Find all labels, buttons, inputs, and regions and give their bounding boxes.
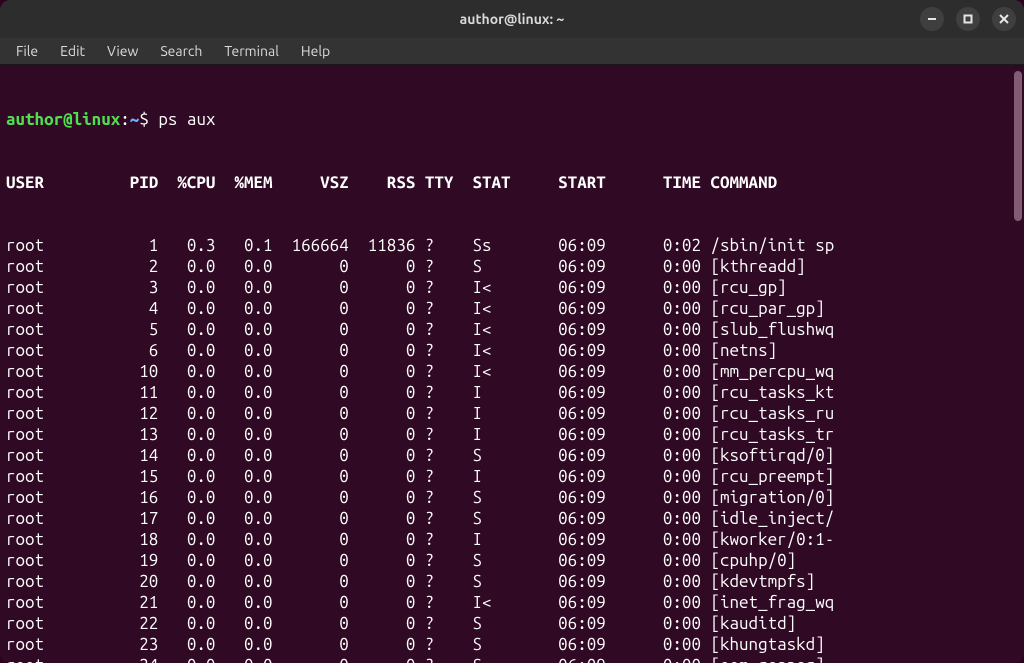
terminal-window: author@linux: ~ File Edit View Search Te… xyxy=(0,0,1024,663)
ps-row: root 22 0.0 0.0 0 0 ? S 06:09 0:00 [kaud… xyxy=(6,613,1018,634)
menu-search[interactable]: Search xyxy=(150,40,212,62)
ps-row: root 3 0.0 0.0 0 0 ? I< 06:09 0:00 [rcu_… xyxy=(6,277,1018,298)
ps-row: root 16 0.0 0.0 0 0 ? S 06:09 0:00 [migr… xyxy=(6,487,1018,508)
ps-row: root 4 0.0 0.0 0 0 ? I< 06:09 0:00 [rcu_… xyxy=(6,298,1018,319)
ps-row: root 5 0.0 0.0 0 0 ? I< 06:09 0:00 [slub… xyxy=(6,319,1018,340)
menu-help[interactable]: Help xyxy=(291,40,340,62)
ps-row: root 19 0.0 0.0 0 0 ? S 06:09 0:00 [cpuh… xyxy=(6,550,1018,571)
titlebar: author@linux: ~ xyxy=(0,0,1024,38)
minimize-button[interactable] xyxy=(920,7,944,31)
ps-row: root 24 0.0 0.0 0 0 ? S 06:09 0:00 [oom_… xyxy=(6,655,1018,663)
prompt-sep1: : xyxy=(120,110,130,129)
menu-view[interactable]: View xyxy=(97,40,148,62)
window-title: author@linux: ~ xyxy=(460,11,565,27)
ps-row: root 20 0.0 0.0 0 0 ? S 06:09 0:00 [kdev… xyxy=(6,571,1018,592)
menubar: File Edit View Search Terminal Help xyxy=(0,38,1024,65)
ps-header-row: USER PID %CPU %MEM VSZ RSS TTY STAT STAR… xyxy=(6,172,1018,193)
ps-row: root 13 0.0 0.0 0 0 ? I 06:09 0:00 [rcu_… xyxy=(6,424,1018,445)
ps-row: root 6 0.0 0.0 0 0 ? I< 06:09 0:00 [netn… xyxy=(6,340,1018,361)
prompt-path: ~ xyxy=(130,110,140,129)
ps-row: root 2 0.0 0.0 0 0 ? S 06:09 0:00 [kthre… xyxy=(6,256,1018,277)
entered-command: ps aux xyxy=(158,110,215,129)
menu-file[interactable]: File xyxy=(6,40,48,62)
maximize-button[interactable] xyxy=(956,7,980,31)
ps-rows: root 1 0.3 0.1 166664 11836 ? Ss 06:09 0… xyxy=(6,235,1018,663)
ps-row: root 10 0.0 0.0 0 0 ? I< 06:09 0:00 [mm_… xyxy=(6,361,1018,382)
ps-row: root 14 0.0 0.0 0 0 ? S 06:09 0:00 [ksof… xyxy=(6,445,1018,466)
prompt-sep2: $ xyxy=(139,110,158,129)
close-icon xyxy=(999,14,1009,24)
ps-row: root 11 0.0 0.0 0 0 ? I 06:09 0:00 [rcu_… xyxy=(6,382,1018,403)
menu-edit[interactable]: Edit xyxy=(50,40,95,62)
ps-row: root 21 0.0 0.0 0 0 ? I< 06:09 0:00 [ine… xyxy=(6,592,1018,613)
ps-row: root 18 0.0 0.0 0 0 ? I 06:09 0:00 [kwor… xyxy=(6,529,1018,550)
prompt-user-host: author@linux xyxy=(6,110,120,129)
ps-row: root 12 0.0 0.0 0 0 ? I 06:09 0:00 [rcu_… xyxy=(6,403,1018,424)
ps-row: root 15 0.0 0.0 0 0 ? I 06:09 0:00 [rcu_… xyxy=(6,466,1018,487)
ps-row: root 1 0.3 0.1 166664 11836 ? Ss 06:09 0… xyxy=(6,235,1018,256)
scrollbar-thumb[interactable] xyxy=(1014,71,1022,221)
window-controls xyxy=(920,7,1016,31)
terminal-viewport[interactable]: author@linux:~$ ps aux USER PID %CPU %ME… xyxy=(0,65,1024,663)
scrollbar-track[interactable] xyxy=(1012,65,1024,663)
prompt-line: author@linux:~$ ps aux xyxy=(6,109,1018,130)
ps-row: root 23 0.0 0.0 0 0 ? S 06:09 0:00 [khun… xyxy=(6,634,1018,655)
close-button[interactable] xyxy=(992,7,1016,31)
maximize-icon xyxy=(963,14,973,24)
ps-row: root 17 0.0 0.0 0 0 ? S 06:09 0:00 [idle… xyxy=(6,508,1018,529)
minimize-icon xyxy=(927,14,937,24)
menu-terminal[interactable]: Terminal xyxy=(214,40,289,62)
